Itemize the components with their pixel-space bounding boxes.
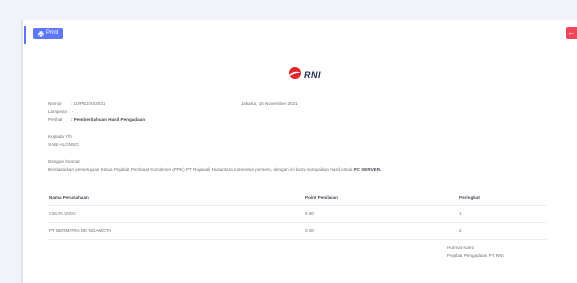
table-row: CELTA VIGO 9.00 1 <box>47 206 547 223</box>
perihal-label: Perihal <box>48 117 63 122</box>
perihal-value: : Pemberitahuan Hasil Pengadaan <box>71 117 146 122</box>
score-cell: 0.00 <box>305 228 314 233</box>
back-button[interactable]: ← <box>566 27 577 39</box>
place-date: Jakarta, 15 November 2021 <box>241 101 298 106</box>
printer-icon <box>38 30 44 37</box>
print-label: Print <box>46 30 59 36</box>
lampiran-label: Lampiran <box>48 109 68 114</box>
top-bar <box>0 0 577 20</box>
nomor-label: Nomor <box>48 101 62 106</box>
body-item: PC SERVER. <box>353 167 382 172</box>
company-name-cell: PT BERMITRA DE NGAMOTA <box>49 228 112 233</box>
closing-signer: Pejabat Pengadaan PT RNI <box>447 253 504 258</box>
print-button[interactable]: Print <box>33 28 64 39</box>
logo-text: RNI <box>304 70 321 80</box>
header-nama-perusahaan: Nama Perusahaan <box>49 195 89 200</box>
company-logo: RNI <box>288 65 321 80</box>
greeting: Dengan hormat <box>48 159 80 164</box>
arrow-left-icon: ← <box>567 28 576 37</box>
table-row: PT BERMITRA DE NGAMOTA 0.00 2 <box>47 223 547 240</box>
score-cell: 9.00 <box>305 211 314 216</box>
letter-sheet <box>21 20 577 283</box>
kepada-label: Kepada Yth <box>48 134 72 139</box>
recipient-name: XABI ALONSO <box>48 142 79 147</box>
header-peringkat: Peringkat <box>459 195 480 200</box>
body-text: Berdasarkan persetujuan Ketua Pejabat Pe… <box>48 167 353 172</box>
accent-bar <box>24 26 26 44</box>
nomor-value: : 10/PBJ/XI/2021 <box>71 101 106 106</box>
company-name-cell: CELTA VIGO <box>49 211 76 216</box>
rni-logo-mark-icon <box>289 66 301 79</box>
body-paragraph: Berdasarkan persetujuan Ketua Pejabat Pe… <box>48 167 381 172</box>
rank-cell: 2 <box>459 228 462 233</box>
closing-hormat: Hormat Kami <box>447 245 474 250</box>
rank-cell: 1 <box>459 211 462 216</box>
header-point-penilaian: Point Penilaian <box>305 195 338 200</box>
results-table: Nama Perusahaan Point Penilaian Peringka… <box>47 190 547 240</box>
table-header-row: Nama Perusahaan Point Penilaian Peringka… <box>47 190 547 206</box>
lampiran-value: : - <box>69 109 74 114</box>
